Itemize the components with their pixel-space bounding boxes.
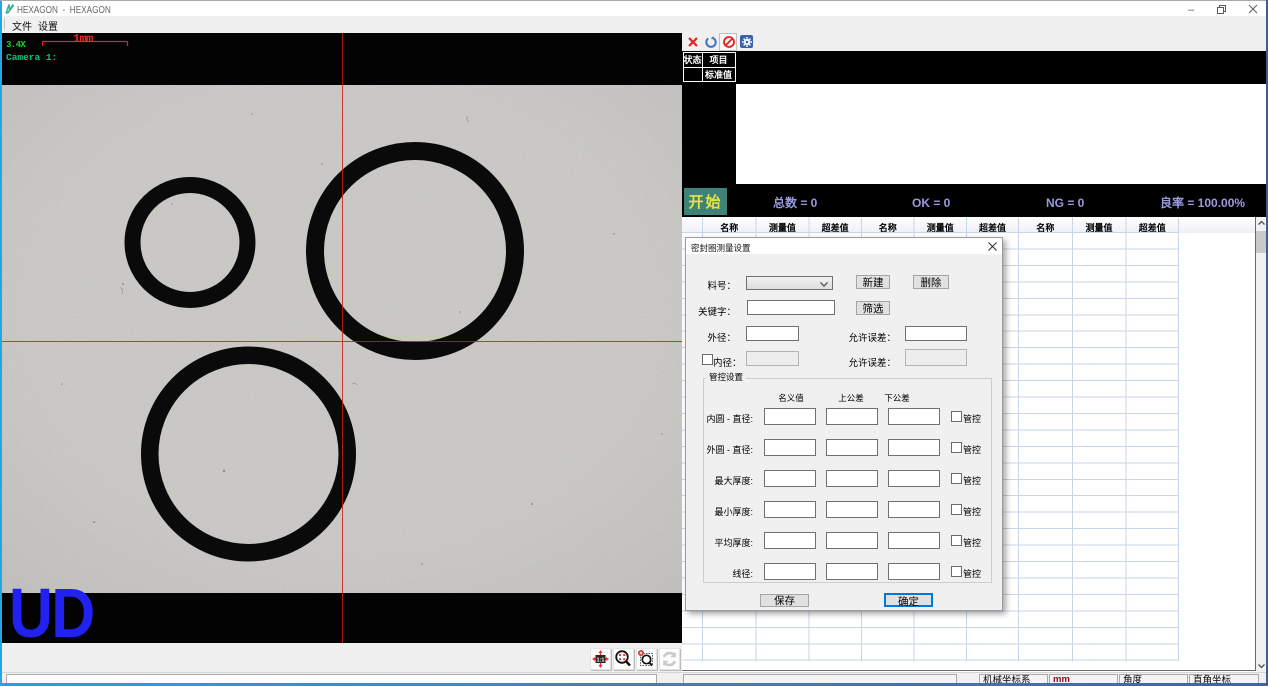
svg-text:1:1: 1:1: [597, 658, 605, 664]
